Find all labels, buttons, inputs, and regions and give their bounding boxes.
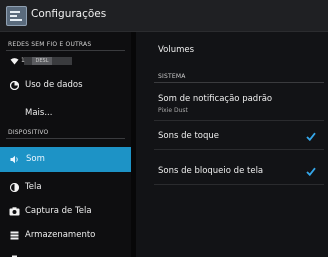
action-bar: Configurações bbox=[0, 0, 328, 32]
speaker-icon bbox=[10, 155, 18, 164]
item-divider bbox=[154, 149, 324, 150]
notification-sound-value: Pixie Dust bbox=[158, 107, 188, 114]
app-title: Configurações bbox=[31, 8, 107, 20]
notification-sound-label: Som de notificação padrão bbox=[158, 94, 273, 104]
sidebar-item-display[interactable]: Tela bbox=[0, 178, 131, 196]
sidebar-item-label: Mais... bbox=[25, 108, 53, 118]
sidebar-item-label: Uso de dados bbox=[25, 80, 83, 90]
camera-icon bbox=[9, 207, 20, 216]
sidebar-item-storage[interactable]: Armazenamento bbox=[0, 226, 131, 244]
sidebar-item-data-usage[interactable]: Uso de dados bbox=[0, 76, 131, 94]
wifi-icon bbox=[10, 58, 19, 65]
sidebar-item-more[interactable]: Mais... bbox=[0, 106, 131, 124]
wifi-toggle[interactable]: 1 DESL bbox=[21, 57, 72, 65]
volumes-item[interactable]: Volumes bbox=[158, 45, 194, 55]
touch-sounds-checkbox[interactable] bbox=[306, 132, 316, 141]
section-divider bbox=[154, 82, 324, 83]
section-header-system: SISTEMA bbox=[158, 73, 186, 80]
wifi-toggle-number: 1 bbox=[21, 57, 25, 64]
wifi-toggle-state: DESL bbox=[32, 57, 52, 65]
storage-icon bbox=[10, 231, 19, 240]
sidebar-item-partial[interactable] bbox=[0, 250, 131, 257]
sidebar-item-label: Som bbox=[26, 154, 45, 164]
sidebar-item-screenshot[interactable]: Captura de Tela bbox=[0, 202, 131, 220]
section-header-device: DISPOSITIVO bbox=[8, 129, 49, 136]
touch-sounds-label: Sons de toque bbox=[158, 131, 219, 141]
wifi-row[interactable]: 1 DESL bbox=[0, 52, 131, 70]
sidebar-item-sound[interactable]: Som bbox=[0, 147, 131, 172]
section-divider bbox=[6, 50, 125, 51]
item-divider bbox=[154, 184, 324, 185]
sound-settings-pane: Volumes SISTEMA Som de notificação padrã… bbox=[136, 32, 328, 257]
section-header-wireless: REDES SEM FIO E OUTRAS bbox=[8, 41, 92, 48]
settings-categories-pane: REDES SEM FIO E OUTRAS 1 DESL Uso de dad… bbox=[0, 32, 131, 257]
item-divider bbox=[154, 120, 324, 121]
lock-sounds-checkbox[interactable] bbox=[306, 167, 316, 176]
settings-app-icon[interactable] bbox=[6, 6, 27, 26]
sidebar-item-label: Captura de Tela bbox=[25, 206, 92, 216]
data-usage-icon bbox=[10, 81, 19, 90]
brightness-icon bbox=[10, 183, 19, 192]
sidebar-item-label: Tela bbox=[25, 182, 42, 192]
section-divider bbox=[6, 138, 125, 139]
lock-sounds-label: Sons de bloqueio de tela bbox=[158, 166, 264, 176]
sidebar-item-label: Armazenamento bbox=[25, 230, 96, 240]
